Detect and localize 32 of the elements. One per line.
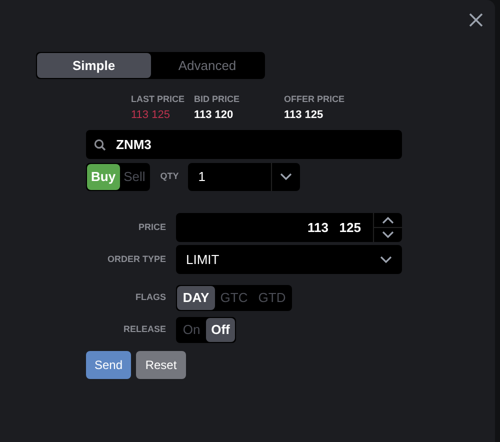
chevron-up-icon [382,216,394,224]
field-label: PRICE [137,220,167,234]
qty-label: QTY [160,170,180,184]
field-label: ORDER TYPE [106,252,167,266]
toggle-option[interactable]: Sell [120,164,150,190]
order-type-dropdown[interactable]: LIMIT [176,245,402,274]
toggle-option[interactable]: Off [206,318,235,342]
quote-label: LAST PRICE [131,93,186,106]
reset-button[interactable]: Reset [136,351,186,379]
quote-value: 113 125 [131,108,171,122]
search-icon [94,138,106,150]
toggle-option[interactable]: Buy [87,164,120,190]
chevron-down-icon [280,173,292,181]
quote-value: 113 125 [284,108,324,122]
field-label: RELEASE [122,323,167,336]
mode-tab[interactable]: Advanced [150,53,264,78]
chevron-down-icon [382,231,394,239]
field-label: FLAGS [134,291,167,304]
mode-tab[interactable]: Simple [37,53,150,78]
quote-label: OFFER PRICE [284,93,346,106]
toggle-option[interactable]: DAY [177,286,215,310]
send-button[interactable]: Send [86,351,131,379]
qty-field[interactable]: 1 [188,163,300,191]
close-icon[interactable] [469,13,483,27]
quote-value: 113 120 [194,108,234,122]
symbol-search-field[interactable]: ZNM3 [86,130,402,159]
chevron-down-icon [380,256,392,264]
price-field[interactable]: 113 125 [176,213,402,242]
toggle-option[interactable]: GTD [253,286,291,310]
toggle-option[interactable]: GTC [215,286,253,310]
quote-label: BID PRICE [194,93,241,106]
toggle-option[interactable]: On [177,318,206,342]
